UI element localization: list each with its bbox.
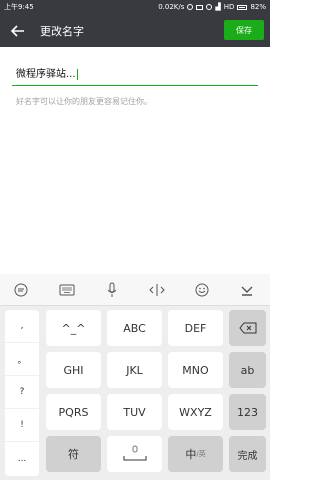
key-tuv[interactable]: TUV: [107, 394, 162, 430]
symbol-key[interactable]: ,: [5, 310, 39, 343]
name-input-value: 微程序驿站...: [16, 69, 76, 80]
backspace-icon: [238, 322, 256, 334]
key-pqrs[interactable]: PQRS: [46, 394, 101, 430]
key-jkl[interactable]: JKL: [107, 352, 162, 388]
key-wxyz[interactable]: WXYZ: [168, 394, 223, 430]
keyboard-layout-icon[interactable]: [58, 281, 76, 299]
key-def[interactable]: DEF: [168, 310, 223, 346]
wifi-icon: [206, 4, 213, 10]
number-key[interactable]: 123: [229, 394, 266, 430]
cursor-move-icon[interactable]: [148, 281, 166, 299]
status-bar: 上午9:45 0.02K/s ▟ HD 82%: [0, 0, 270, 14]
alarm-icon: [187, 4, 194, 10]
battery-icon: [237, 4, 248, 10]
symbol-key[interactable]: 。: [5, 343, 39, 376]
back-button[interactable]: [0, 14, 36, 47]
symbol-key[interactable]: ...: [5, 442, 39, 475]
signal-icon: ▟: [215, 3, 221, 11]
symbol-key[interactable]: !: [5, 409, 39, 442]
status-time: 上午9:45: [4, 3, 34, 11]
language-switch-key[interactable]: 中/英: [168, 436, 223, 472]
language-main-label: 中: [185, 448, 197, 461]
space-mic-icon: [123, 445, 146, 461]
hide-keyboard-icon[interactable]: [238, 281, 256, 299]
sim-icon: [196, 4, 204, 10]
done-key[interactable]: 完成: [229, 436, 266, 472]
network-type: HD: [223, 3, 235, 11]
symbol-key[interactable]: ?: [5, 376, 39, 409]
nav-bar: 更改名字 保存: [0, 14, 270, 47]
text-cursor: [76, 68, 78, 80]
keyboard-toolbar: [0, 274, 270, 306]
symbol-column: , 。 ? ! ...: [5, 310, 39, 476]
key-ghi[interactable]: GHI: [46, 352, 101, 388]
page-title: 更改名字: [40, 24, 84, 38]
space-key[interactable]: [107, 436, 162, 472]
key-abc[interactable]: ABC: [107, 310, 162, 346]
backspace-key[interactable]: [229, 310, 266, 346]
microphone-icon[interactable]: [103, 281, 121, 299]
language-sub-label: /英: [196, 450, 206, 458]
key-emoticon[interactable]: ^_^: [46, 310, 101, 346]
back-arrow-icon: [11, 24, 24, 37]
emoji-icon[interactable]: [193, 281, 211, 299]
input-method-icon[interactable]: [12, 281, 30, 299]
key-mno[interactable]: MNO: [168, 352, 223, 388]
keyboard: , 。 ? ! ... ^_^ ABC DEF GHI JKL MNO ab P…: [0, 274, 270, 480]
network-speed: 0.02K/s: [158, 3, 185, 11]
symbol-switch-key[interactable]: 符: [46, 436, 101, 472]
battery-level: 82%: [250, 3, 266, 11]
name-hint: 好名字可以让你的朋友更容易记住你。: [16, 97, 152, 106]
ab-key[interactable]: ab: [229, 352, 266, 388]
save-button[interactable]: 保存: [224, 20, 264, 40]
name-input-field[interactable]: 微程序驿站...: [12, 62, 258, 86]
